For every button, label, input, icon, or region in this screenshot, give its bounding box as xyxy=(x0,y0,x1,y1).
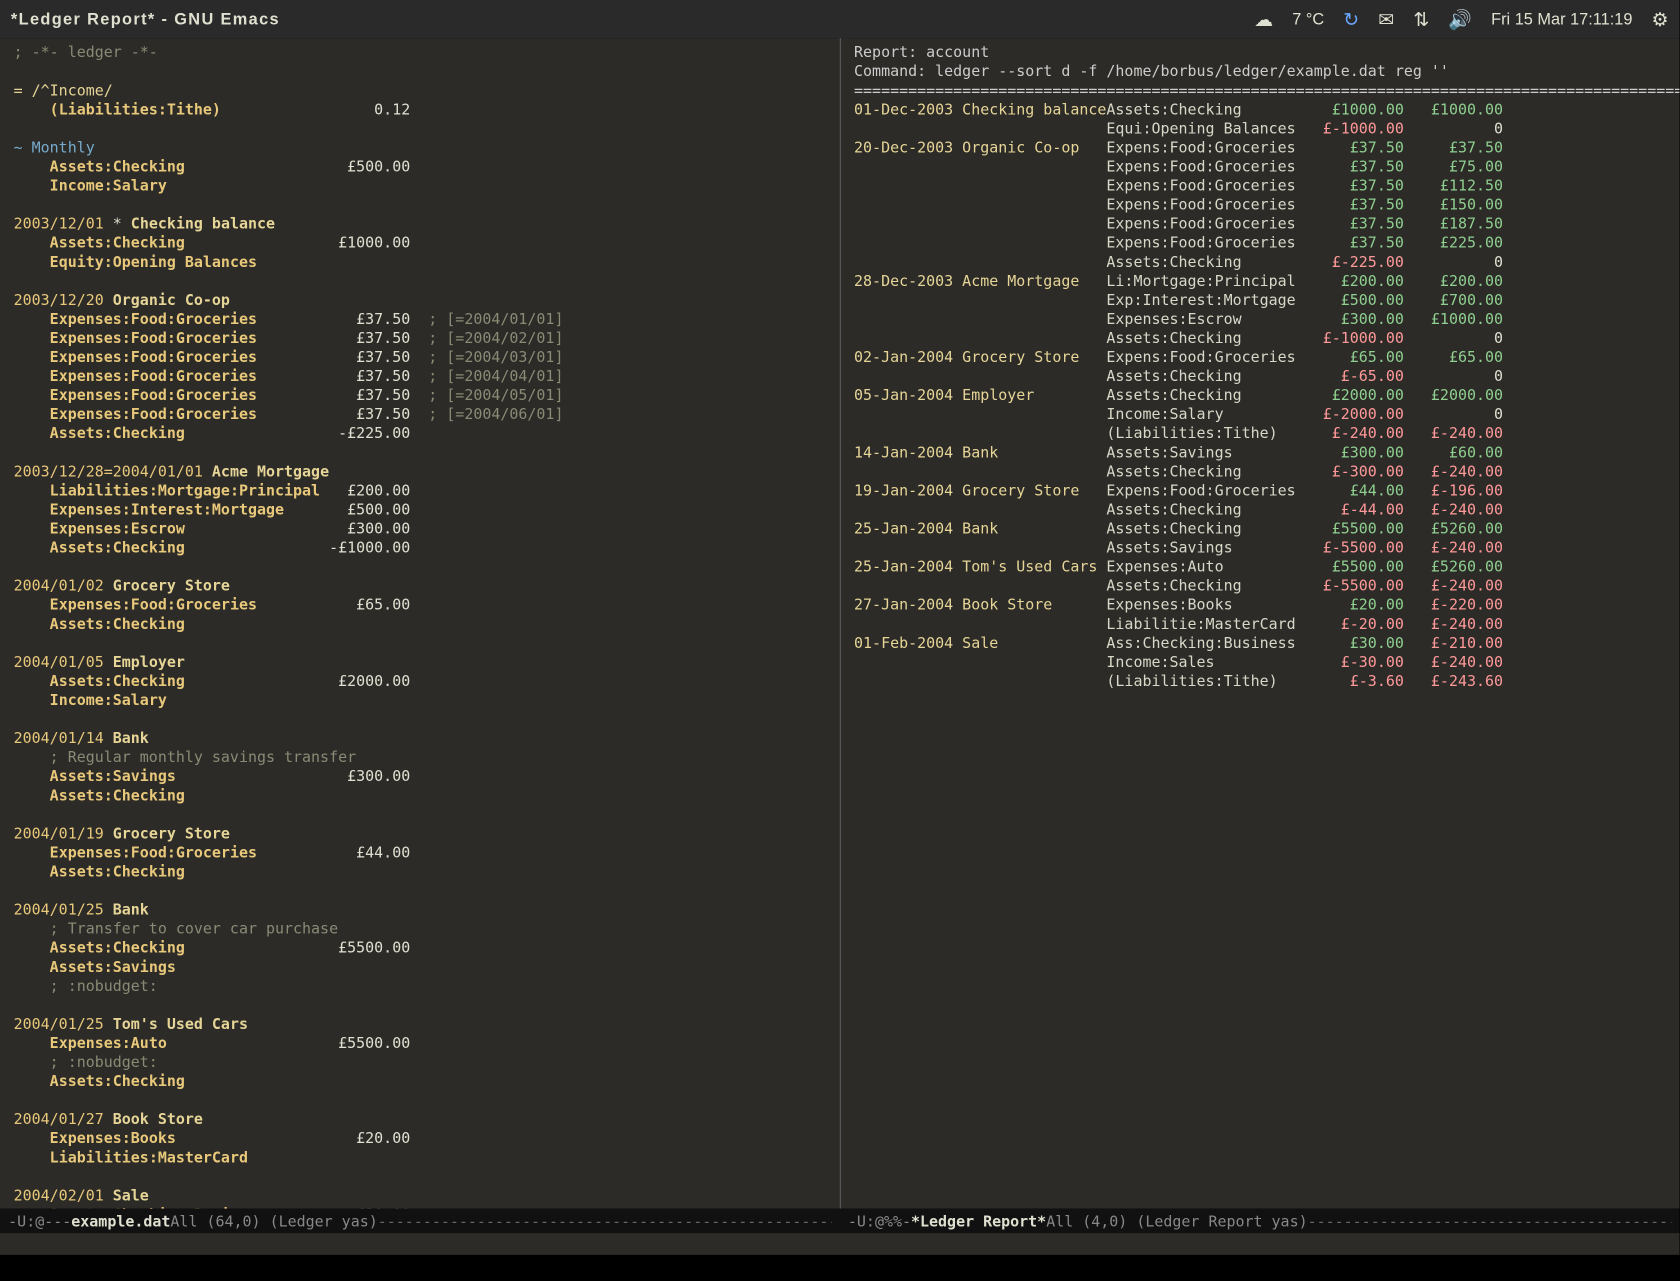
right-buffer[interactable]: Report: account Command: ledger --sort d… xyxy=(839,38,1679,1208)
weather-text: 7 °C xyxy=(1292,10,1324,29)
buffer-name: example.dat xyxy=(71,1212,170,1230)
tray: ☁ 7 °C ↻ ✉ ⇅ 🔊 Fri 15 Mar 17:11:19 ⚙ xyxy=(1254,7,1668,30)
window-title: *Ledger Report* - GNU Emacs xyxy=(11,10,280,29)
network-icon[interactable]: ⇅ xyxy=(1413,7,1429,30)
refresh-icon[interactable]: ↻ xyxy=(1343,7,1359,30)
modeline-fill: ----------------------------------------… xyxy=(1308,1212,1672,1230)
modeline-prefix: -U:@--- xyxy=(8,1212,71,1230)
settings-icon[interactable]: ⚙ xyxy=(1651,7,1668,30)
modeline-left[interactable]: -U:@--- example.dat All (64,0) (Ledger y… xyxy=(0,1212,840,1230)
minibuffer[interactable] xyxy=(0,1233,1679,1255)
buffer-name: *Ledger Report* xyxy=(911,1212,1046,1230)
modeline-info: All (4,0) (Ledger Report yas) xyxy=(1046,1212,1307,1230)
top-panel: *Ledger Report* - GNU Emacs ☁ 7 °C ↻ ✉ ⇅… xyxy=(0,0,1679,38)
weather-icon: ☁ xyxy=(1254,7,1273,30)
mail-icon[interactable]: ✉ xyxy=(1378,7,1394,30)
modeline-prefix: -U:@%%- xyxy=(848,1212,911,1230)
modeline-right[interactable]: -U:@%%- *Ledger Report* All (4,0) (Ledge… xyxy=(840,1212,1680,1230)
left-buffer[interactable]: ; -*- ledger -*- = /^Income/ (Liabilitie… xyxy=(0,38,839,1208)
volume-icon[interactable]: 🔊 xyxy=(1448,7,1472,30)
modeline-info: All (64,0) (Ledger yas) xyxy=(170,1212,377,1230)
modeline-fill: ----------------------------------------… xyxy=(378,1212,832,1230)
clock: Fri 15 Mar 17:11:19 xyxy=(1491,10,1632,29)
